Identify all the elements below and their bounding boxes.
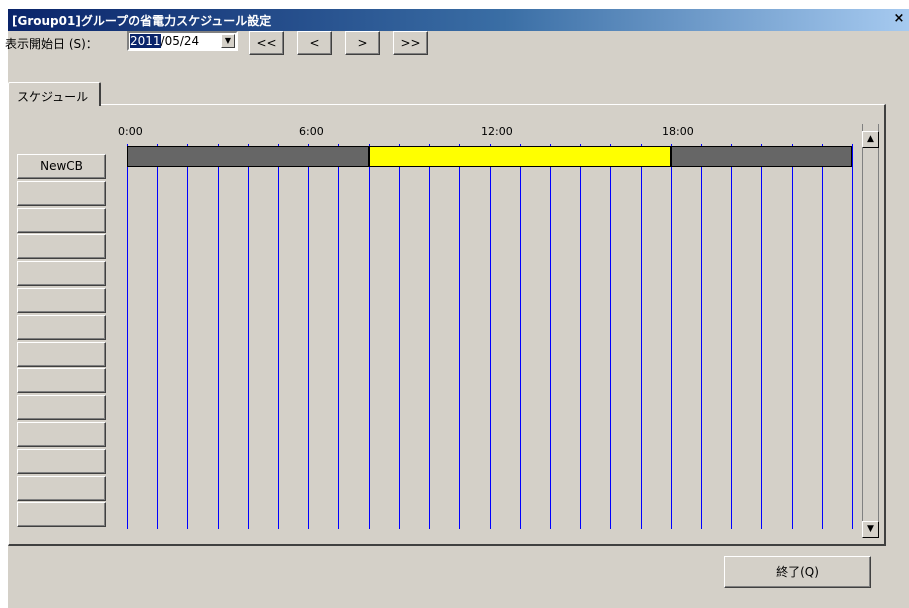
- hour-grid-line: [550, 144, 551, 529]
- hour-grid-line: [338, 144, 339, 529]
- hour-grid-line: [278, 144, 279, 529]
- hour-grid-line: [490, 144, 491, 529]
- exit-button[interactable]: 終了(Q): [724, 556, 871, 588]
- row-header-button[interactable]: [17, 395, 106, 421]
- start-date-label: 表示開始日 (S)：: [5, 37, 98, 51]
- hour-grid-line: [369, 144, 370, 529]
- start-date-picker[interactable]: 2011/05/24 ▼: [127, 31, 238, 51]
- title-bar: [Group01]グループの省電力スケジュール設定 ×: [8, 9, 909, 31]
- last-page-button[interactable]: >>: [393, 31, 428, 55]
- row-header-button[interactable]: [17, 207, 106, 233]
- time-tick-label: 12:00: [481, 125, 513, 138]
- hour-grid-line: [459, 144, 460, 529]
- scroll-up-icon[interactable]: ▲: [862, 131, 879, 148]
- hour-grid-line: [580, 144, 581, 529]
- hour-grid-line: [429, 144, 430, 529]
- schedule-segment[interactable]: [127, 146, 369, 167]
- schedule-panel: [8, 104, 886, 546]
- schedule-segment[interactable]: [369, 146, 671, 167]
- hour-grid-line: [248, 144, 249, 529]
- hour-grid-line: [792, 144, 793, 529]
- time-tick-label: 18:00: [662, 125, 694, 138]
- row-header-button[interactable]: [17, 422, 106, 447]
- hour-grid-line: [822, 144, 823, 529]
- hour-grid-line: [218, 144, 219, 529]
- next-page-button[interactable]: >: [345, 31, 380, 55]
- scroll-down-icon[interactable]: ▼: [862, 521, 879, 538]
- schedule-segment[interactable]: [671, 146, 852, 167]
- hour-grid-line: [641, 144, 642, 529]
- row-header-button[interactable]: [17, 475, 106, 501]
- window-title: [Group01]グループの省電力スケジュール設定: [12, 14, 272, 28]
- hour-grid-line: [852, 144, 853, 529]
- hour-grid-line: [701, 144, 702, 529]
- hour-grid-line: [127, 144, 128, 529]
- hour-grid-line: [671, 144, 672, 529]
- row-header-newcb[interactable]: NewCB: [17, 154, 106, 179]
- row-header-button[interactable]: [17, 448, 106, 474]
- tab-schedule[interactable]: スケジュール: [8, 82, 101, 106]
- hour-grid-line: [308, 144, 309, 529]
- close-button[interactable]: ×: [891, 12, 907, 26]
- time-tick-label: 6:00: [299, 125, 324, 138]
- date-month-day: /05/24: [160, 34, 200, 48]
- hour-grid-line: [610, 144, 611, 529]
- row-header-button[interactable]: [17, 288, 106, 313]
- hour-grid-line: [761, 144, 762, 529]
- date-year-selected: 2011: [130, 34, 161, 48]
- hour-grid-line: [399, 144, 400, 529]
- start-date-value[interactable]: 2011/05/24: [130, 34, 199, 48]
- row-header-button[interactable]: [17, 502, 106, 528]
- tab-schedule-label: スケジュール: [17, 90, 89, 104]
- hour-grid-line: [520, 144, 521, 529]
- time-tick-label: 0:00: [118, 125, 143, 138]
- chevron-down-icon[interactable]: ▼: [221, 34, 235, 48]
- hour-grid-line: [731, 144, 732, 529]
- row-header-button[interactable]: [17, 261, 106, 287]
- row-header-button[interactable]: [17, 180, 106, 206]
- row-header-button[interactable]: [17, 234, 106, 260]
- first-page-button[interactable]: <<: [249, 31, 284, 55]
- hour-grid-line: [187, 144, 188, 529]
- hour-grid-line: [157, 144, 158, 529]
- vertical-scrollbar[interactable]: [862, 124, 879, 529]
- prev-page-button[interactable]: <: [297, 31, 332, 55]
- row-header-button[interactable]: [17, 368, 106, 394]
- row-header-button[interactable]: [17, 314, 106, 340]
- row-header-button[interactable]: [17, 341, 106, 367]
